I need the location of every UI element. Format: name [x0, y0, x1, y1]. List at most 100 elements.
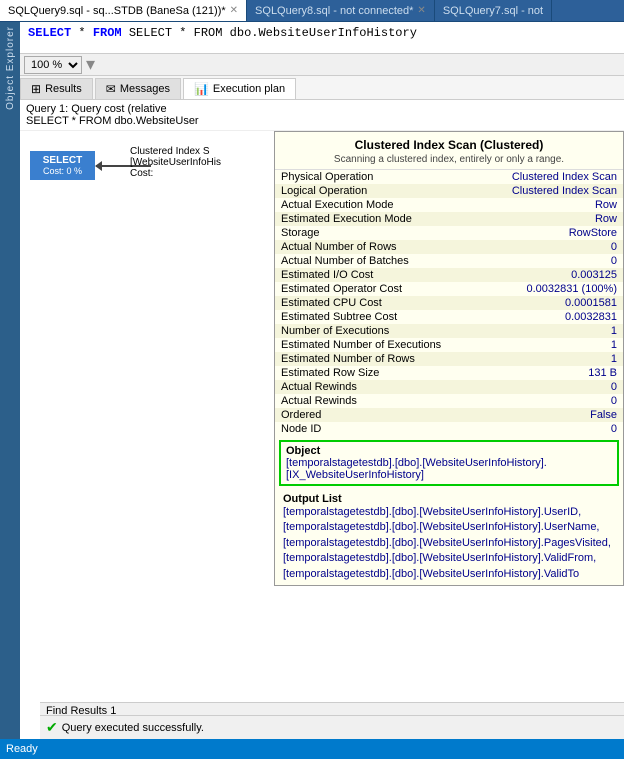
sidebar: Object Explorer — [0, 22, 20, 759]
tooltip-row-value: 0.0032831 — [466, 310, 623, 324]
object-label: Object — [286, 445, 612, 457]
tooltip-row-label: Actual Number of Rows — [275, 240, 466, 254]
tooltip-subtitle: Scanning a clustered index, entirely or … — [283, 154, 615, 165]
tab-results[interactable]: ⊞ Results — [20, 78, 93, 99]
messages-tab-label: Messages — [120, 83, 170, 95]
zoom-dropdown-icon[interactable]: ▾ — [86, 54, 95, 75]
tooltip-row-value: 131 B — [466, 366, 623, 380]
tooltip-row-value: 0 — [466, 422, 623, 436]
tooltip-row-label: Actual Number of Batches — [275, 254, 466, 268]
tab-label: SQLQuery7.sql - not — [443, 5, 543, 17]
tooltip-row: Estimated Subtree Cost0.0032831 — [275, 310, 623, 324]
tooltip-row-value: 0 — [466, 254, 623, 268]
output-value: [temporalstagetestdb].[dbo].[WebsiteUser… — [283, 505, 615, 582]
query-info-line2: SELECT * FROM dbo.WebsiteUser — [26, 115, 618, 127]
index-node-label: Clustered Index S — [130, 146, 221, 157]
tooltip-row: Actual Number of Batches0 — [275, 254, 623, 268]
tooltip-row-value: 0 — [466, 380, 623, 394]
tooltip-row-label: Number of Executions — [275, 324, 466, 338]
tooltip-row: Estimated Operator Cost0.0032831 (100%) — [275, 282, 623, 296]
tooltip-row-value: 0.0032831 (100%) — [466, 282, 623, 296]
tooltip-row: Estimated Number of Rows1 — [275, 352, 623, 366]
tooltip-table: Physical OperationClustered Index ScanLo… — [275, 170, 623, 436]
results-tab-label: Results — [45, 83, 82, 95]
tooltip-row-value: 1 — [466, 352, 623, 366]
tooltip-title: Clustered Index Scan (Clustered) — [283, 138, 615, 152]
tooltip-row-label: Estimated Number of Rows — [275, 352, 466, 366]
tab-sqlquery8[interactable]: SQLQuery8.sql - not connected* ✕ — [247, 0, 435, 21]
success-icon: ✔ — [46, 719, 58, 736]
query-info-line1: Query 1: Query cost (relative — [26, 103, 618, 115]
tab-close[interactable]: ✕ — [417, 5, 425, 16]
object-section: Object [temporalstagetestdb].[dbo].[Webs… — [279, 440, 619, 486]
success-text: Query executed successfully. — [62, 722, 204, 734]
tooltip-row: Logical OperationClustered Index Scan — [275, 184, 623, 198]
output-label: Output List — [283, 493, 615, 505]
tooltip-row-label: Estimated Subtree Cost — [275, 310, 466, 324]
sql-editor[interactable]: SELECT * FROM SELECT * FROM dbo.WebsiteU… — [20, 22, 624, 54]
plan-area[interactable]: SELECT Cost: 0 % Clustered Index S [Webs… — [20, 131, 624, 759]
tooltip-row-value: 0 — [466, 394, 623, 408]
main-area: SELECT * FROM SELECT * FROM dbo.WebsiteU… — [20, 22, 624, 759]
tooltip-row: Actual Rewinds0 — [275, 380, 623, 394]
tooltip-row: StorageRowStore — [275, 226, 623, 240]
tooltip-row-label: Actual Rewinds — [275, 380, 466, 394]
tab-sqlquery9[interactable]: SQLQuery9.sql - sq...STDB (BaneSa (121))… — [0, 0, 247, 21]
tooltip-row: Estimated Row Size131 B — [275, 366, 623, 380]
tab-messages[interactable]: ✉ Messages — [95, 78, 181, 99]
tooltip-row: Node ID0 — [275, 422, 623, 436]
tabs-bar: SQLQuery9.sql - sq...STDB (BaneSa (121))… — [0, 0, 624, 22]
tooltip-row-value: Clustered Index Scan — [466, 184, 623, 198]
tooltip-row-label: Actual Rewinds — [275, 394, 466, 408]
tooltip-row-label: Physical Operation — [275, 170, 466, 184]
tab-execution-plan[interactable]: 📊 Execution plan — [183, 78, 296, 99]
query-info: Query 1: Query cost (relative SELECT * F… — [20, 100, 624, 131]
tooltip-row-label: Node ID — [275, 422, 466, 436]
tab-close[interactable]: ✕ — [230, 5, 238, 16]
tooltip-row-value: 0 — [466, 240, 623, 254]
index-node-cost: Cost: — [130, 168, 221, 179]
tooltip-row: Estimated I/O Cost0.003125 — [275, 268, 623, 282]
zoom-select[interactable]: 100 % 75 % 50 % — [24, 56, 82, 74]
tooltip-row-label: Logical Operation — [275, 184, 466, 198]
tooltip-row-value: Row — [466, 212, 623, 226]
toolbar: 100 % 75 % 50 % ▾ — [20, 54, 624, 76]
tooltip-row: Number of Executions1 — [275, 324, 623, 338]
tooltip-row-value: 0.0001581 — [466, 296, 623, 310]
tooltip-row-label: Estimated I/O Cost — [275, 268, 466, 282]
tooltip-row-label: Storage — [275, 226, 466, 240]
result-tabs: ⊞ Results ✉ Messages 📊 Execution plan — [20, 76, 624, 100]
arrow-head — [95, 161, 102, 171]
tooltip-row-label: Estimated Row Size — [275, 366, 466, 380]
sidebar-label: Object Explorer — [5, 26, 16, 110]
object-value: [temporalstagetestdb].[dbo].[WebsiteUser… — [286, 457, 612, 481]
select-node[interactable]: SELECT Cost: 0 % — [30, 151, 95, 180]
tooltip-row-value: 1 — [466, 324, 623, 338]
tooltip-row: Actual Number of Rows0 — [275, 240, 623, 254]
tooltip-row-label: Estimated CPU Cost — [275, 296, 466, 310]
tooltip-row-label: Estimated Execution Mode — [275, 212, 466, 226]
execution-plan-tab-label: Execution plan — [213, 83, 285, 95]
tab-label: SQLQuery8.sql - not connected* — [255, 5, 413, 17]
tooltip-row: Physical OperationClustered Index Scan — [275, 170, 623, 184]
status-text: Ready — [6, 743, 38, 755]
tooltip-row-label: Ordered — [275, 408, 466, 422]
select-node-cost: Cost: 0 % — [36, 166, 89, 176]
tooltip-row-label: Estimated Number of Executions — [275, 338, 466, 352]
tooltip-header: Clustered Index Scan (Clustered) Scannin… — [275, 132, 623, 170]
tab-label: SQLQuery9.sql - sq...STDB (BaneSa (121))… — [8, 5, 226, 17]
tooltip-row: Actual Execution ModeRow — [275, 198, 623, 212]
index-scan-node[interactable]: Clustered Index S [WebsiteUserInfoHis Co… — [130, 146, 221, 179]
tooltip-row-value: 1 — [466, 338, 623, 352]
output-section: Output List [temporalstagetestdb].[dbo].… — [275, 490, 623, 585]
tooltip-row: Estimated Number of Executions1 — [275, 338, 623, 352]
tooltip-row: Actual Rewinds0 — [275, 394, 623, 408]
tooltip-row-value: 0.003125 — [466, 268, 623, 282]
tooltip-row: Estimated Execution ModeRow — [275, 212, 623, 226]
tab-sqlquery7[interactable]: SQLQuery7.sql - not — [435, 0, 552, 21]
tooltip-panel: Clustered Index Scan (Clustered) Scannin… — [274, 131, 624, 586]
tooltip-row-value: RowStore — [466, 226, 623, 240]
tooltip-row: OrderedFalse — [275, 408, 623, 422]
tooltip-row-value: False — [466, 408, 623, 422]
tooltip-row-label: Estimated Operator Cost — [275, 282, 466, 296]
